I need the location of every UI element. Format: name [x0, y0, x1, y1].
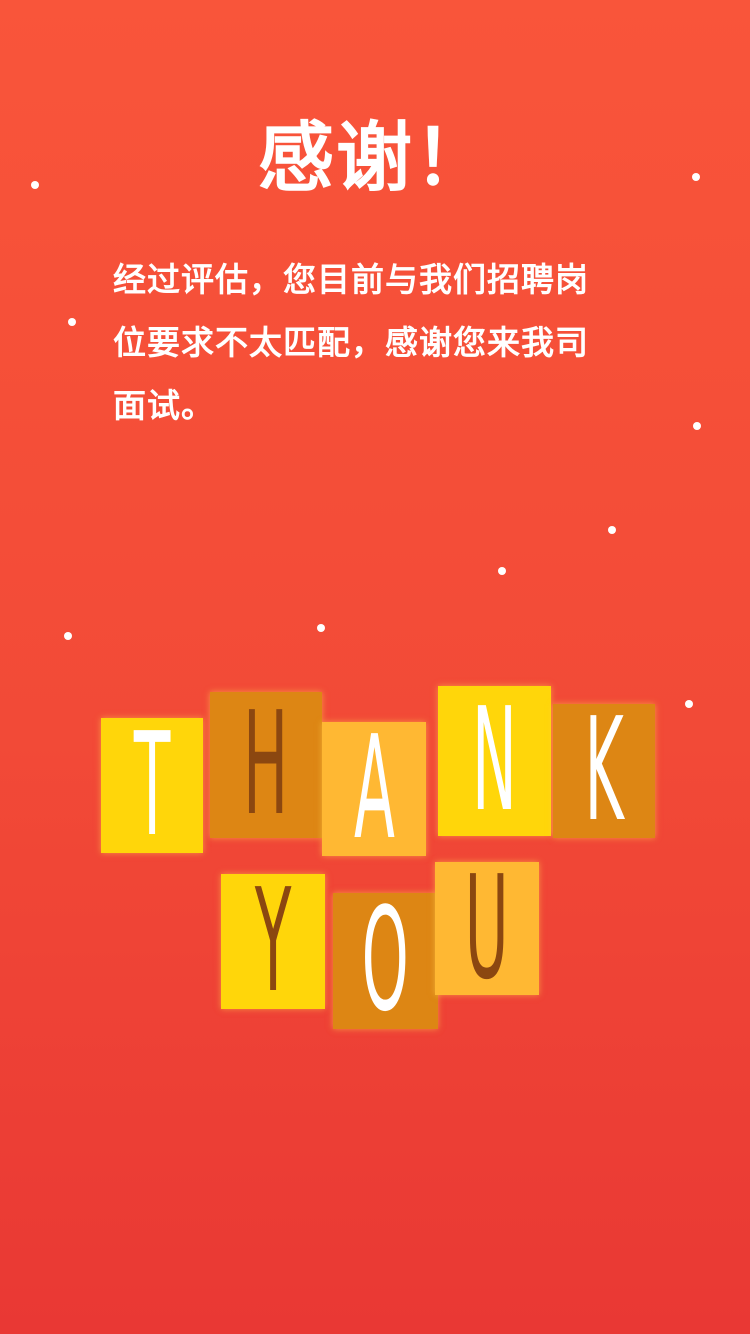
decorative-dot	[64, 632, 72, 640]
tile-letter: K	[584, 687, 624, 854]
message-line: 位要求不太匹配，感谢您来我司	[113, 323, 589, 362]
decorative-dot	[68, 318, 76, 326]
message-line: 面试。	[113, 386, 215, 425]
letter-tile-h: H	[210, 692, 322, 838]
decorative-dot	[693, 422, 701, 430]
tile-letter: H	[243, 681, 289, 848]
letter-tile-y: Y	[221, 869, 325, 1012]
tile-letter: U	[465, 844, 509, 1011]
letter-tile-n: N	[438, 686, 551, 836]
letter-tile-u: U	[435, 856, 539, 999]
message-text: 经过评估，您目前与我们招聘岗 位要求不太匹配，感谢您来我司 面试。	[113, 248, 653, 437]
decorative-dot	[685, 700, 693, 708]
letter-tile-o: O	[333, 889, 438, 1032]
decorative-dot	[498, 567, 506, 575]
tile-letter: O	[361, 877, 410, 1044]
tile-letter: T	[133, 701, 171, 868]
letter-tile-t: T	[101, 713, 203, 856]
page-title: 感谢！	[258, 113, 492, 202]
decorative-dot	[317, 624, 325, 632]
tile-letter: A	[353, 705, 395, 872]
decorative-dot	[608, 526, 616, 534]
tile-letter: Y	[254, 857, 292, 1024]
message-line: 经过评估，您目前与我们招聘岗	[113, 260, 589, 299]
letter-tile-k: K	[553, 699, 655, 842]
rejection-page: 感谢！ 经过评估，您目前与我们招聘岗 位要求不太匹配，感谢您来我司 面试。 T …	[0, 0, 750, 1334]
letter-tile-a: A	[322, 717, 426, 860]
tile-letter: N	[472, 677, 517, 844]
